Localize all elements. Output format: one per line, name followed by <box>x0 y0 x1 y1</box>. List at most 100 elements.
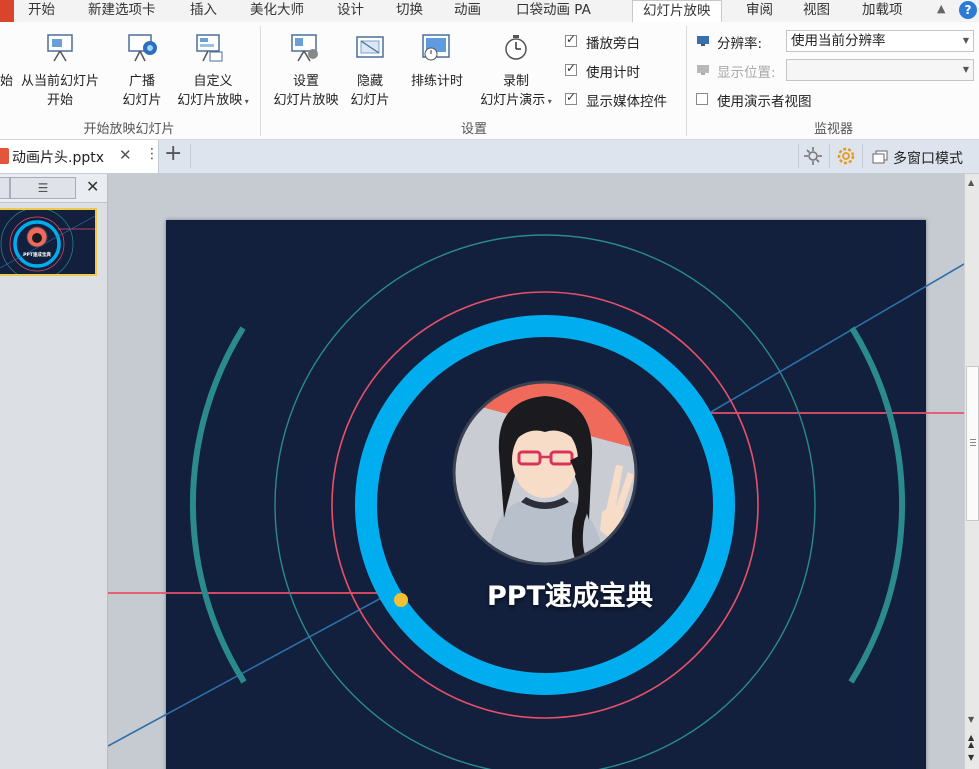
monitor-icon <box>697 65 709 75</box>
broadcast-line2: 幻灯片 <box>122 93 162 108</box>
custom-line2: 幻灯片放映 <box>177 93 243 108</box>
from-start-label[interactable]: 始 <box>0 72 13 91</box>
avatar[interactable] <box>452 380 638 566</box>
slides-tab[interactable] <box>0 177 10 199</box>
slide-title[interactable]: PPT速成宝典 <box>487 580 653 612</box>
tab-slideshow[interactable]: 幻灯片放映 <box>632 0 722 24</box>
resolution-value: 使用当前分辨率 <box>791 33 886 49</box>
from-current-line2: 开始 <box>46 93 73 108</box>
dropdown-arrow-icon: ▾ <box>545 97 552 106</box>
setup-line2: 幻灯片放映 <box>273 93 339 108</box>
file-tab-corner[interactable] <box>0 0 14 22</box>
tab-addins[interactable]: 加载项 <box>862 0 903 22</box>
timings-label: 使用计时 <box>586 65 640 81</box>
group-label-monitors: 监视器 <box>813 122 853 137</box>
group-label-setup: 设置 <box>460 122 487 137</box>
more-icon[interactable]: ⋮ <box>145 146 159 162</box>
chevron-down-icon: ▼ <box>962 65 969 74</box>
divider <box>190 144 191 168</box>
narration-checkbox[interactable] <box>565 32 577 47</box>
broadcast-icon[interactable] <box>126 32 158 64</box>
group-label-start: 开始放映幻灯片 <box>83 122 175 137</box>
vertical-scrollbar[interactable]: ▲ ▼ ▲ ▲ ▼ <box>964 174 979 769</box>
hide-line1: 隐藏 <box>356 74 383 89</box>
rehearse-icon[interactable] <box>420 32 452 64</box>
scroll-down-arrow-icon[interactable]: ▼ <box>968 715 974 724</box>
tab-review[interactable]: 审阅 <box>746 0 773 22</box>
rehearse-label: 排练计时 <box>410 74 463 89</box>
setup-show-icon[interactable] <box>288 32 320 64</box>
media-controls-checkbox[interactable] <box>565 90 577 105</box>
window-icon[interactable] <box>872 150 888 164</box>
record-line1: 录制 <box>502 74 529 89</box>
tab-view[interactable]: 视图 <box>803 0 830 22</box>
from-current-line1: 从当前幻灯片 <box>20 74 99 89</box>
slide-thumbnail-pane: ☰ ✕ PPT速成宝典 <box>0 174 108 769</box>
rehearse-button[interactable]: 排练计时 <box>402 72 472 91</box>
show-on-select[interactable]: ▼ <box>786 59 974 81</box>
slide[interactable]: PPT速成宝典 <box>108 220 964 769</box>
document-tab-name: 动画片头.pptx <box>12 150 104 166</box>
add-tab-icon[interactable]: + <box>164 141 182 166</box>
custom-show-icon[interactable] <box>194 32 226 64</box>
previous-slide-icon[interactable]: ▲ ▲ <box>968 734 974 749</box>
close-pane-icon[interactable]: ✕ <box>86 177 99 196</box>
tab-new[interactable]: 新建选项卡 <box>88 0 156 22</box>
thumbnail-title: PPT速成宝典 <box>23 251 51 258</box>
setup-show-button[interactable]: 设置 幻灯片放映 <box>266 72 346 110</box>
slide-editing-canvas[interactable]: PPT速成宝典 <box>108 174 964 769</box>
show-on-label: 显示位置: <box>717 65 776 81</box>
custom-line1: 自定义 <box>193 74 233 89</box>
collapse-icon[interactable]: ▲ <box>937 2 945 15</box>
resolution-select[interactable]: 使用当前分辨率 ▼ <box>786 30 974 52</box>
outline-tab-icon[interactable]: ☰ <box>10 177 76 199</box>
setup-line1: 设置 <box>292 74 319 89</box>
media-controls-label: 显示媒体控件 <box>586 94 667 110</box>
timings-checkbox[interactable] <box>565 61 577 76</box>
hide-slide-icon[interactable] <box>354 32 386 64</box>
pptx-file-icon <box>0 148 9 164</box>
divider <box>829 144 830 168</box>
tab-home[interactable]: 开始 <box>28 0 55 22</box>
presenter-view-checkbox[interactable] <box>696 93 708 105</box>
from-current-button[interactable]: 从当前幻灯片 开始 <box>14 72 106 110</box>
group-divider <box>686 26 687 136</box>
ribbon: 始 从当前幻灯片 开始 广播 幻灯片 自定义 幻灯片放映 ▾ 开始放映幻灯片 设… <box>0 22 979 140</box>
hide-line2: 幻灯片 <box>350 93 390 108</box>
next-slide-icon[interactable]: ▼ <box>968 754 974 762</box>
monitor-icon <box>697 36 709 46</box>
slide-thumbnail[interactable]: PPT速成宝典 <box>0 208 97 276</box>
divider <box>862 144 863 168</box>
tab-animations[interactable]: 动画 <box>454 0 481 22</box>
chevron-down-icon: ▼ <box>962 36 969 45</box>
ribbon-tab-bar: 开始 新建选项卡 插入 美化大师 设计 切换 动画 口袋动画 PA 幻灯片放映 … <box>0 0 979 24</box>
broadcast-button[interactable]: 广播 幻灯片 <box>116 72 168 110</box>
close-icon[interactable]: ✕ <box>119 146 132 164</box>
hide-slide-button[interactable]: 隐藏 幻灯片 <box>346 72 394 110</box>
settings-icon[interactable] <box>803 146 823 166</box>
document-tab-bar: 动画片头.pptx ✕ ⋮ + 多窗口模式 <box>0 140 979 174</box>
divider <box>798 144 799 168</box>
scrollbar-thumb[interactable] <box>966 366 979 521</box>
record-button[interactable]: 录制 幻灯片演示 ▾ <box>470 72 562 111</box>
help-icon[interactable]: ? <box>959 1 977 19</box>
scroll-up-arrow-icon[interactable]: ▲ <box>968 178 974 187</box>
tab-beautify[interactable]: 美化大师 <box>250 0 304 22</box>
tab-pocket-animation[interactable]: 口袋动画 PA <box>516 0 591 22</box>
custom-show-button[interactable]: 自定义 幻灯片放映 ▾ <box>168 72 258 111</box>
yellow-dot <box>394 593 408 607</box>
resolution-label: 分辨率: <box>717 36 763 52</box>
multiwindow-button[interactable]: 多窗口模式 <box>893 148 963 168</box>
dropdown-arrow-icon: ▾ <box>242 97 249 106</box>
narration-label: 播放旁白 <box>586 36 640 52</box>
document-tab[interactable]: 动画片头.pptx ✕ ⋮ <box>0 140 159 173</box>
gear-icon[interactable] <box>836 146 856 166</box>
tab-transitions[interactable]: 切换 <box>396 0 423 22</box>
presenter-view-label: 使用演示者视图 <box>717 94 812 110</box>
presentation-icon[interactable] <box>44 32 76 64</box>
record-icon[interactable] <box>500 32 532 64</box>
tab-insert[interactable]: 插入 <box>190 0 217 22</box>
broadcast-line1: 广播 <box>128 74 155 89</box>
tab-design[interactable]: 设计 <box>337 0 364 22</box>
record-line2: 幻灯片演示 <box>480 93 546 108</box>
